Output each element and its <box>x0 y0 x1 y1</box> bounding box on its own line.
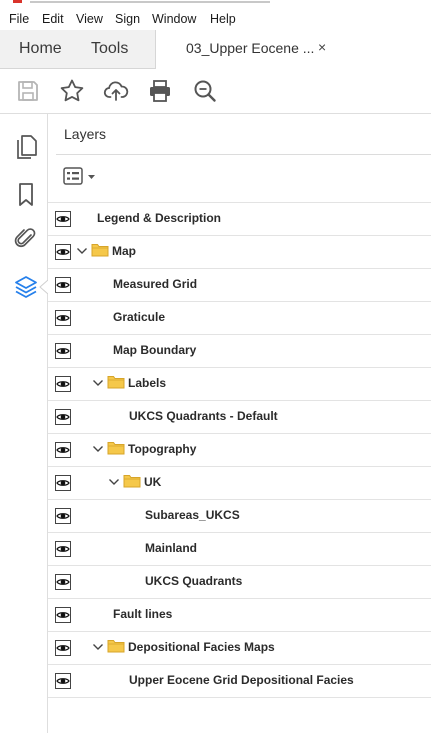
layer-label: Mainland <box>145 541 198 555</box>
layer-row[interactable]: Subareas_UKCS <box>48 499 431 533</box>
layer-row[interactable]: Labels <box>48 367 431 401</box>
layer-label: UKCS Quadrants - Default <box>129 409 278 423</box>
menu-view[interactable]: View <box>76 12 103 26</box>
folder-icon <box>123 475 141 488</box>
left-navigation-rail <box>0 114 48 733</box>
layer-row[interactable]: UKCS Quadrants <box>48 565 431 599</box>
layer-row[interactable]: Depositional Facies Maps <box>48 631 431 665</box>
layer-label: Legend & Description <box>97 211 222 225</box>
layer-label: Subareas_UKCS <box>145 508 240 522</box>
layer-row[interactable]: Fault lines <box>48 598 431 632</box>
zoom-search-icon[interactable] <box>192 78 218 104</box>
layer-label: Fault lines <box>113 607 173 621</box>
chevron-down-icon[interactable] <box>108 477 120 487</box>
layer-row[interactable]: UK <box>48 466 431 500</box>
layer-row[interactable]: UKCS Quadrants - Default <box>48 400 431 434</box>
eye-icon[interactable] <box>55 607 71 623</box>
folder-icon <box>107 442 125 455</box>
layer-label: UK <box>144 475 162 489</box>
app-logo-icon <box>13 0 22 3</box>
upload-cloud-icon[interactable] <box>103 78 129 104</box>
eye-icon[interactable] <box>55 475 71 491</box>
layer-row[interactable]: Topography <box>48 433 431 467</box>
chevron-down-icon[interactable] <box>92 378 104 388</box>
menu-bar: File Edit View Sign Window Help <box>0 6 431 30</box>
menu-edit[interactable]: Edit <box>42 12 64 26</box>
folder-icon <box>107 376 125 389</box>
eye-icon[interactable] <box>55 541 71 557</box>
layer-label: UKCS Quadrants <box>145 574 243 588</box>
layer-label: Upper Eocene Grid Depositional Facies <box>129 673 354 687</box>
layer-row[interactable]: Legend & Description <box>48 202 431 236</box>
menu-window[interactable]: Window <box>152 12 196 26</box>
layer-label: Measured Grid <box>113 277 198 291</box>
layer-label: Topography <box>128 442 197 456</box>
menu-help[interactable]: Help <box>210 12 236 26</box>
menu-sign[interactable]: Sign <box>115 12 140 26</box>
toolbar <box>0 69 431 114</box>
panel-title: Layers <box>64 126 107 142</box>
chevron-down-icon[interactable] <box>76 246 88 256</box>
layer-row[interactable]: Measured Grid <box>48 268 431 302</box>
tab-tools[interactable]: Tools <box>91 40 128 58</box>
layer-label: Depositional Facies Maps <box>128 640 275 654</box>
save-icon[interactable] <box>15 78 41 104</box>
layer-label: Graticule <box>113 310 166 324</box>
eye-icon[interactable] <box>55 574 71 590</box>
folder-icon <box>91 244 109 257</box>
tab-home[interactable]: Home <box>19 40 62 58</box>
menu-file[interactable]: File <box>9 12 29 26</box>
layer-row[interactable]: Graticule <box>48 301 431 335</box>
layer-row[interactable]: Map Boundary <box>48 334 431 368</box>
close-tab-button[interactable]: × <box>318 39 326 55</box>
paperclip-icon[interactable] <box>14 226 38 252</box>
eye-icon[interactable] <box>55 211 71 227</box>
eye-icon[interactable] <box>55 409 71 425</box>
eye-icon[interactable] <box>55 343 71 359</box>
star-icon[interactable] <box>59 78 85 104</box>
folder-icon <box>107 640 125 653</box>
chevron-down-icon[interactable] <box>92 642 104 652</box>
eye-icon[interactable] <box>55 640 71 656</box>
layer-row[interactable]: Mainland <box>48 532 431 566</box>
layer-row[interactable]: Upper Eocene Grid Depositional Facies <box>48 664 431 698</box>
tab-bar: Home Tools 03_Upper Eocene ... × <box>0 30 431 69</box>
panel-divider <box>56 154 431 155</box>
active-panel-pointer <box>39 280 48 294</box>
eye-icon[interactable] <box>55 508 71 524</box>
layer-row[interactable]: Map <box>48 235 431 269</box>
eye-icon[interactable] <box>55 244 71 260</box>
eye-icon[interactable] <box>55 673 71 689</box>
layers-icon[interactable] <box>14 274 38 300</box>
layer-label: Labels <box>128 376 167 390</box>
acrobat-window: File Edit View Sign Window Help Home Too… <box>0 0 431 733</box>
chevron-down-icon[interactable] <box>92 444 104 454</box>
document-tab-title: 03_Upper Eocene ... <box>186 40 315 56</box>
print-icon[interactable] <box>147 78 173 104</box>
layers-options-menu-button[interactable] <box>63 166 101 188</box>
pages-icon[interactable] <box>14 134 38 160</box>
bookmark-icon[interactable] <box>14 182 38 208</box>
eye-icon[interactable] <box>55 442 71 458</box>
layers-panel: Layers Legend & Description Map Measured G… <box>48 114 431 733</box>
eye-icon[interactable] <box>55 277 71 293</box>
eye-icon[interactable] <box>55 376 71 392</box>
eye-icon[interactable] <box>55 310 71 326</box>
tab-document[interactable]: 03_Upper Eocene ... × <box>155 30 431 69</box>
window-title-remnant <box>30 1 270 3</box>
layer-label: Map <box>112 244 136 258</box>
layer-list-end-divider <box>48 697 431 698</box>
layer-label: Map Boundary <box>113 343 197 357</box>
